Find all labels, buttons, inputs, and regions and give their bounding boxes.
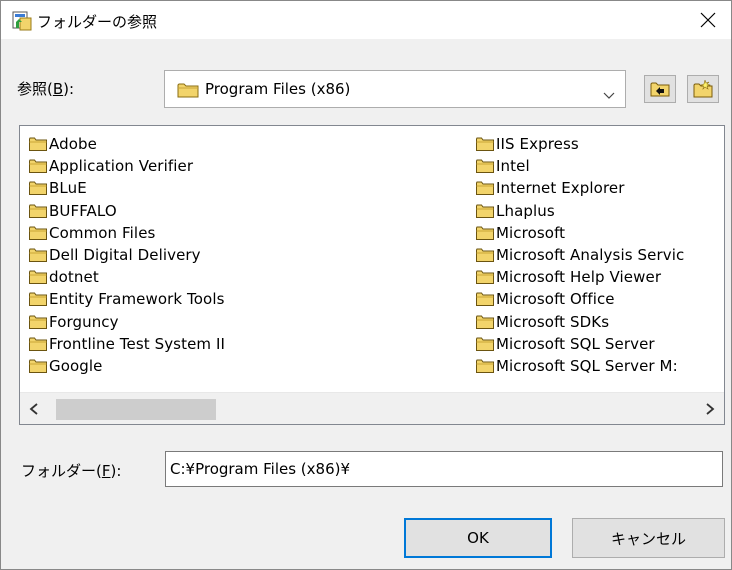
folder-icon xyxy=(476,315,494,329)
folder-icon xyxy=(29,248,47,263)
list-item[interactable]: Forguncy xyxy=(29,311,225,333)
folder-icon xyxy=(476,204,494,218)
list-item-label: Intel xyxy=(496,157,530,176)
folder-icon xyxy=(29,181,47,196)
list-item[interactable]: Application Verifier xyxy=(29,155,225,177)
list-item-label: Microsoft Analysis Servic xyxy=(496,246,685,265)
folder-icon xyxy=(29,137,47,152)
list-item-label: Microsoft SQL Server M: xyxy=(496,356,678,375)
list-item[interactable]: Microsoft SDKs xyxy=(476,311,684,333)
list-item-label: Microsoft Help Viewer xyxy=(496,268,662,287)
folder-icon xyxy=(476,359,494,373)
close-button[interactable] xyxy=(685,1,731,39)
list-item[interactable]: Lhaplus xyxy=(476,200,684,222)
list-item-label: Forguncy xyxy=(49,312,119,331)
folder-icon xyxy=(476,159,494,174)
folder-icon xyxy=(29,292,47,307)
folder-icon xyxy=(29,226,47,240)
folder-icon xyxy=(476,337,494,351)
list-item-label: Adobe xyxy=(49,135,97,154)
list-item-label: Microsoft Office xyxy=(496,290,615,309)
new-folder-button[interactable] xyxy=(687,75,719,103)
folder-icon xyxy=(476,181,494,196)
folder-icon xyxy=(177,82,199,102)
chevron-right-icon xyxy=(706,403,715,415)
folder-icon xyxy=(476,248,494,263)
list-item-label: IIS Express xyxy=(496,135,579,154)
list-item-label: Microsoft SDKs xyxy=(496,312,610,331)
scroll-left-button[interactable] xyxy=(20,393,48,424)
list-item[interactable]: Internet Explorer xyxy=(476,177,684,199)
list-item[interactable]: IIS Express xyxy=(476,133,684,155)
folder-icon xyxy=(29,270,47,285)
list-item[interactable]: Common Files xyxy=(29,222,225,244)
list-item-label: Google xyxy=(49,356,103,375)
folder-icon xyxy=(476,292,494,307)
scroll-right-button[interactable] xyxy=(696,393,724,424)
list-item[interactable]: Intel xyxy=(476,155,684,177)
folder-icon xyxy=(476,137,494,152)
title-bar: フォルダーの参照 xyxy=(1,1,731,39)
list-item[interactable]: Google xyxy=(29,355,225,377)
folder-label: フォルダー(F): xyxy=(21,462,122,480)
list-item[interactable]: Microsoft Help Viewer xyxy=(476,266,684,288)
window-title: フォルダーの参照 xyxy=(37,13,158,31)
list-item[interactable]: BUFFALO xyxy=(29,200,225,222)
list-item[interactable]: BLuE xyxy=(29,177,225,199)
list-item-label: BUFFALO xyxy=(49,201,117,220)
list-item[interactable]: Microsoft xyxy=(476,222,684,244)
folder-list-column-right: IIS Express Intel Internet Explorer Lhaplus… xyxy=(476,133,684,377)
list-item-label: Microsoft xyxy=(496,223,566,242)
up-one-level-button[interactable] xyxy=(644,75,676,103)
cancel-button[interactable]: キャンセル xyxy=(572,518,725,558)
folder-browse-dialog: フォルダーの参照 参照(B): Program Files (x86) Adob… xyxy=(0,0,732,570)
folder-icon xyxy=(476,226,494,240)
folder-icon xyxy=(29,359,47,373)
list-item-label: BLuE xyxy=(49,179,87,198)
list-item[interactable]: Frontline Test System II xyxy=(29,333,225,355)
folder-path-input[interactable] xyxy=(165,451,723,487)
list-item[interactable]: Microsoft Office xyxy=(476,288,684,310)
list-item[interactable]: dotnet xyxy=(29,266,225,288)
lookin-value: Program Files (x86) xyxy=(205,80,351,98)
chevron-left-icon xyxy=(29,403,38,415)
lookin-label: 参照(B): xyxy=(17,80,75,98)
list-item[interactable]: Microsoft SQL Server M: xyxy=(476,355,684,377)
list-item-label: Microsoft SQL Server xyxy=(496,334,655,353)
folder-browse-icon xyxy=(11,10,33,32)
folder-icon xyxy=(29,204,47,218)
list-item[interactable]: Adobe xyxy=(29,133,225,155)
folder-icon xyxy=(29,337,47,351)
folder-list-column-left: Adobe Application Verifier BLuE BUFFALO Comm… xyxy=(29,133,225,377)
list-item[interactable]: Microsoft SQL Server xyxy=(476,333,684,355)
list-item-label: Frontline Test System II xyxy=(49,334,226,353)
close-icon xyxy=(700,12,716,28)
folder-icon xyxy=(476,270,494,285)
up-folder-icon xyxy=(650,82,670,97)
list-item-label: Lhaplus xyxy=(496,201,555,220)
folder-list[interactable]: Adobe Application Verifier BLuE BUFFALO Comm… xyxy=(19,125,725,425)
list-item-label: Application Verifier xyxy=(49,157,194,176)
scrollbar-thumb[interactable] xyxy=(56,399,216,420)
list-item[interactable]: Entity Framework Tools xyxy=(29,288,225,310)
folder-icon xyxy=(29,159,47,174)
list-item[interactable]: Microsoft Analysis Servic xyxy=(476,244,684,266)
new-folder-icon xyxy=(693,80,713,98)
list-item-label: dotnet xyxy=(49,268,99,287)
lookin-dropdown[interactable]: Program Files (x86) xyxy=(164,70,626,108)
ok-button[interactable]: OK xyxy=(404,518,552,558)
chevron-down-icon[interactable] xyxy=(603,86,615,104)
folder-icon xyxy=(29,315,47,329)
list-item[interactable]: Dell Digital Delivery xyxy=(29,244,225,266)
horizontal-scrollbar[interactable] xyxy=(20,392,724,424)
list-item-label: Dell Digital Delivery xyxy=(49,246,201,265)
list-item-label: Internet Explorer xyxy=(496,179,625,198)
list-item-label: Entity Framework Tools xyxy=(49,290,225,309)
list-item-label: Common Files xyxy=(49,223,156,242)
